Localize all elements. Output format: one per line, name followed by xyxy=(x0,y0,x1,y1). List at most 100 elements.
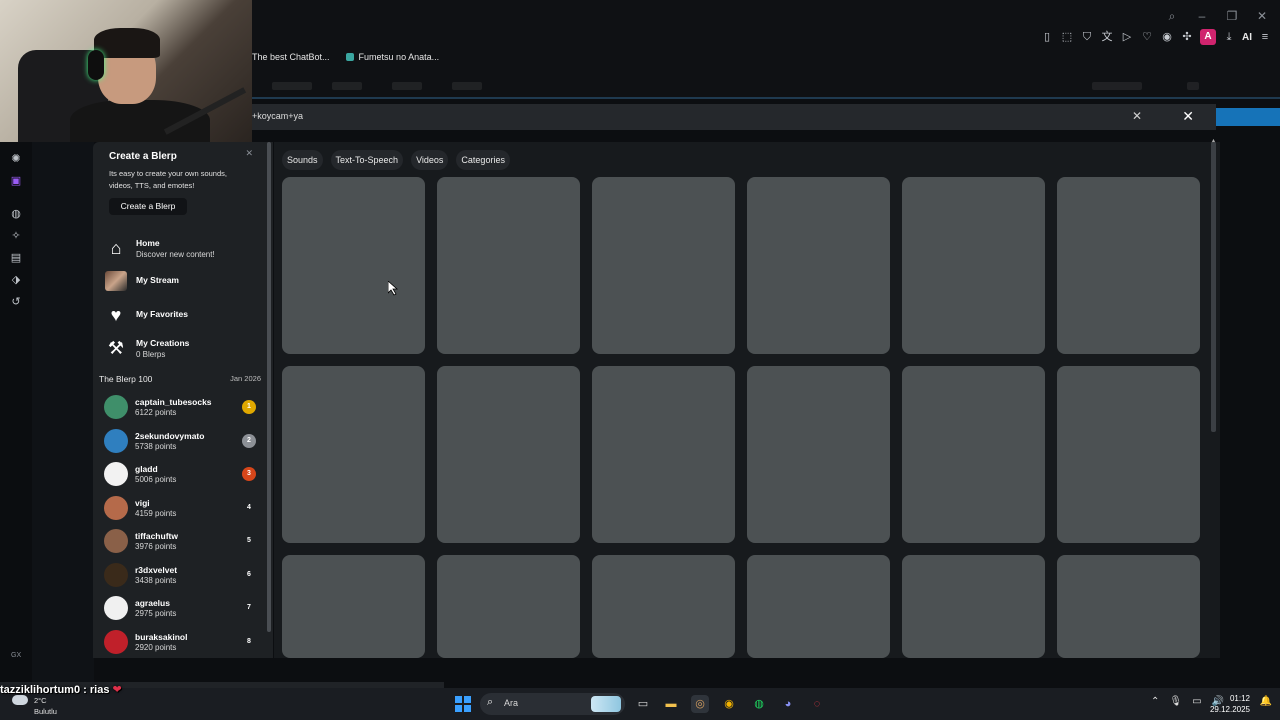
twitch-icon[interactable]: ▣ xyxy=(10,175,22,187)
chrome-icon[interactable]: ◉ xyxy=(720,695,738,713)
obs-icon[interactable]: ◎ xyxy=(691,695,709,713)
download-icon[interactable]: ⤓ xyxy=(1222,30,1236,44)
blerp-sidebar: ✕ Create a Blerp Its easy to create your… xyxy=(93,142,273,658)
leaderboard-row[interactable]: vigi 4159 points 4 xyxy=(104,493,262,523)
nav-item-my-favorites[interactable]: ♥ My Favorites xyxy=(105,303,255,329)
close-icon[interactable]: ✕ xyxy=(245,148,253,159)
shield-icon[interactable]: ⛉ xyxy=(1080,30,1094,44)
nav-item-my-creations[interactable]: ⚒ My Creations 0 Blerps xyxy=(105,336,255,362)
extension-icon[interactable]: ◉ xyxy=(1160,30,1174,44)
display-icon[interactable]: ▭ xyxy=(1192,696,1201,707)
bookmark-fumetsu[interactable]: Fumetsu no Anata... xyxy=(345,52,439,62)
cloud-icon xyxy=(12,695,28,705)
leaderboard-username: captain_tubesocks xyxy=(135,397,212,407)
spotify-icon[interactable]: ◍ xyxy=(750,695,768,713)
content-tile[interactable] xyxy=(1057,177,1200,354)
content-tile[interactable] xyxy=(747,177,890,354)
task-view-icon[interactable]: ▭ xyxy=(634,695,652,713)
content-tile[interactable] xyxy=(902,177,1045,354)
search-icon[interactable]: ⌕ xyxy=(1164,8,1180,24)
minimize-icon[interactable]: – xyxy=(1194,8,1210,24)
content-tile[interactable] xyxy=(437,177,580,354)
search-bar[interactable]: +koycam+ya ✕ ✕ xyxy=(252,104,1216,130)
spotify-icon[interactable]: ◍ xyxy=(10,208,22,220)
content-tile[interactable] xyxy=(592,555,735,658)
content-tile[interactable] xyxy=(437,366,580,543)
leaderboard-row[interactable]: tiffachuftw 3976 points 5 xyxy=(104,526,262,556)
close-icon[interactable]: ✕ xyxy=(1254,8,1270,24)
file-explorer-icon[interactable]: ▬ xyxy=(662,695,680,713)
nav-item-my-stream[interactable]: My Stream xyxy=(105,269,255,295)
profile-avatar[interactable]: A xyxy=(1200,29,1216,45)
pin-icon[interactable]: ✧ xyxy=(10,230,22,242)
leaderboard-row[interactable]: 2sekundovymato 5738 points 2 xyxy=(104,426,262,456)
content-scrollbar[interactable] xyxy=(1211,142,1216,432)
content-tile[interactable] xyxy=(282,555,425,658)
play-icon[interactable]: ▷ xyxy=(1120,30,1134,44)
content-tile[interactable] xyxy=(902,366,1045,543)
leaderboard-row[interactable]: agraelus 2975 points 7 xyxy=(104,593,262,623)
content-tile[interactable] xyxy=(592,177,735,354)
notification-icon[interactable]: 🔔 xyxy=(1260,696,1272,707)
avatar xyxy=(104,429,128,453)
content-tile[interactable] xyxy=(902,555,1045,658)
leaderboard-points: 3438 points xyxy=(135,576,177,585)
nav-item-home[interactable]: ⌂ Home Discover new content! xyxy=(105,236,255,262)
leaderboard-points: 6122 points xyxy=(135,408,177,417)
clear-icon[interactable]: ✕ xyxy=(1132,109,1142,123)
content-tile[interactable] xyxy=(1057,555,1200,658)
translate-icon[interactable]: 文 xyxy=(1100,30,1114,44)
create-blerp-title: Create a Blerp xyxy=(109,151,177,162)
leaderboard-row[interactable]: r3dxvelvet 3438 points 6 xyxy=(104,560,262,590)
menu-icon[interactable]: ≡ xyxy=(1258,30,1272,44)
tab-text-to-speech[interactable]: Text-To-Speech xyxy=(330,150,404,170)
close-icon[interactable]: ✕ xyxy=(1182,108,1194,125)
content-tile[interactable] xyxy=(747,366,890,543)
content-tile[interactable] xyxy=(282,366,425,543)
restore-icon[interactable]: ❐ xyxy=(1224,8,1240,24)
leaderboard-username: buraksakinol xyxy=(135,632,188,642)
taskbar-search[interactable]: ⌕ Ara xyxy=(480,693,625,715)
bookmarks-bar: The best ChatBot... Fumetsu no Anata... xyxy=(252,52,439,62)
search-input[interactable]: +koycam+ya xyxy=(252,111,303,121)
chatgpt-icon[interactable]: ✺ xyxy=(10,153,22,165)
leaderboard-row[interactable]: buraksakinol 2920 points 8 xyxy=(104,627,262,657)
leaderboard-username: agraelus xyxy=(135,598,170,608)
bookmark-icon[interactable]: ▯ xyxy=(1040,30,1054,44)
leaderboard-row[interactable]: gladd 5006 points 3 xyxy=(104,459,262,489)
puzzle-icon[interactable]: ✣ xyxy=(1180,30,1194,44)
content-tile[interactable] xyxy=(592,366,735,543)
microphone-icon[interactable]: 🎙 xyxy=(1169,696,1182,707)
content-tile[interactable] xyxy=(747,555,890,658)
tab-sounds[interactable]: Sounds xyxy=(282,150,323,170)
content-tile[interactable] xyxy=(1057,366,1200,543)
snapshot-icon[interactable]: ⬚ xyxy=(1060,30,1074,44)
blerp-scrollbar[interactable] xyxy=(267,142,271,632)
browser-toolbar: ▯ ⬚ ⛉ 文 ▷ ♡ ◉ ✣ A ⤓ AI ≡ xyxy=(1040,29,1272,45)
notes-icon[interactable]: ▤ xyxy=(10,252,22,264)
content-tile[interactable] xyxy=(282,177,425,354)
tab-categories[interactable]: Categories xyxy=(456,150,510,170)
heart-icon[interactable]: ♡ xyxy=(1140,30,1154,44)
start-button[interactable] xyxy=(455,696,471,712)
create-blerp-button[interactable]: Create a Blerp xyxy=(109,198,187,215)
tag-icon[interactable]: ⬗ xyxy=(10,274,22,286)
opera-gx-icon[interactable]: ◌ xyxy=(808,695,826,713)
rank-badge: 8 xyxy=(247,638,251,645)
chevron-up-icon[interactable]: ⌃ xyxy=(1151,696,1159,707)
leaderboard-row[interactable]: captain_tubesocks 6122 points 1 xyxy=(104,392,262,422)
headset xyxy=(88,50,104,80)
rank-badge: 1 xyxy=(242,400,256,414)
discord-icon[interactable]: ◕ xyxy=(779,695,797,713)
leaderboard-username: vigi xyxy=(135,498,150,508)
streamer-hair xyxy=(94,28,160,58)
bookmark-chatbot[interactable]: The best ChatBot... xyxy=(252,52,330,62)
ai-button[interactable]: AI xyxy=(1242,32,1252,43)
history-icon[interactable]: ↺ xyxy=(10,296,22,308)
content-tile[interactable] xyxy=(437,555,580,658)
tab-videos[interactable]: Videos xyxy=(411,150,449,170)
leaderboard-points: 3976 points xyxy=(135,542,177,551)
clock[interactable]: 01:12 29.12.2025 xyxy=(1210,693,1250,715)
home-icon: ⌂ xyxy=(110,238,122,258)
windows-taskbar: 2°C Bulutlu ⌕ Ara ▭ ▬ ◎ ◉ ◍ ◕ ◌ ⌃ 🎙 ▭ 🔊 … xyxy=(0,688,1280,720)
